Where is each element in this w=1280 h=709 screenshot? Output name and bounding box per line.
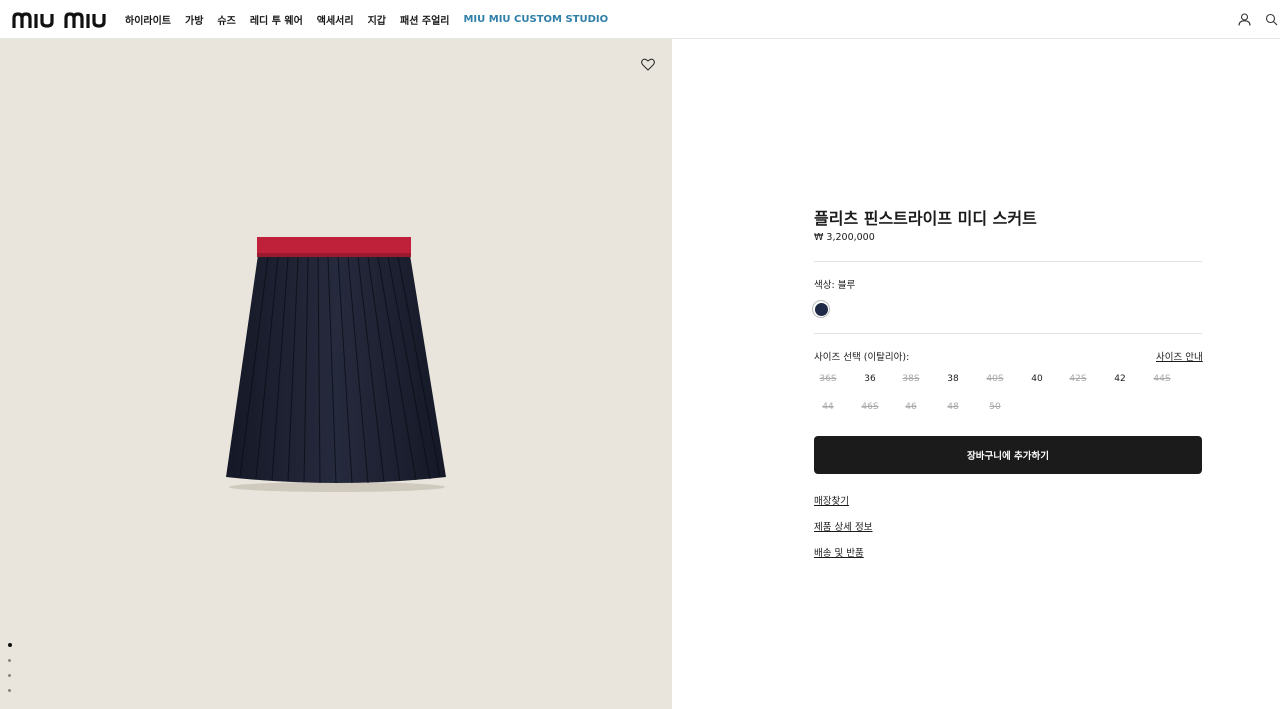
size-option[interactable]: 50 — [981, 402, 1009, 412]
size-option[interactable]: 38 — [939, 374, 967, 384]
size-option[interactable]: 36S — [814, 374, 842, 384]
nav-ready-to-wear[interactable]: 레디 투 웨어 — [250, 12, 303, 27]
search-icon[interactable] — [1264, 13, 1278, 27]
gallery-dot[interactable] — [8, 659, 11, 662]
size-option[interactable]: 42 — [1106, 374, 1134, 384]
nav-shoes[interactable]: 슈즈 — [217, 12, 235, 27]
nav-wallets[interactable]: 지갑 — [368, 12, 386, 27]
add-to-cart-button[interactable]: 장바구니에 추가하기 — [814, 436, 1202, 474]
gallery-dot-active[interactable] — [8, 643, 12, 647]
size-select-label: 사이즈 선택 (이탈리아): — [814, 352, 910, 363]
main-nav: 하이라이트 가방 슈즈 레디 투 웨어 액세서리 지갑 패션 주얼리 MIU M… — [125, 0, 622, 39]
size-option[interactable]: 46S — [856, 402, 884, 412]
size-option[interactable]: 40S — [981, 374, 1009, 384]
size-option[interactable]: 36 — [856, 374, 884, 384]
nav-fashion-jewelry[interactable]: 패션 주얼리 — [400, 12, 449, 27]
top-header: 하이라이트 가방 슈즈 레디 투 웨어 액세서리 지갑 패션 주얼리 MIU M… — [0, 0, 1280, 39]
size-option[interactable]: 42S — [1064, 374, 1092, 384]
nav-highlights[interactable]: 하이라이트 — [125, 12, 171, 27]
gallery-dot[interactable] — [8, 674, 11, 677]
nav-accessories[interactable]: 액세서리 — [317, 12, 354, 27]
divider — [814, 261, 1202, 262]
product-price: ₩ 3,200,000 — [814, 232, 875, 243]
size-option[interactable]: 40 — [1023, 374, 1051, 384]
header-actions — [1237, 0, 1280, 39]
size-option[interactable]: 38S — [897, 374, 925, 384]
gallery-pagination — [8, 643, 12, 704]
skirt-product-image — [226, 237, 446, 492]
product-title: 플리츠 핀스트라이프 미디 스커트 — [814, 209, 1037, 228]
size-guide-link[interactable]: 사이즈 안내 — [1156, 349, 1203, 363]
logo-wordmark — [12, 11, 106, 28]
color-swatch-selected[interactable] — [812, 300, 830, 318]
user-icon[interactable] — [1237, 13, 1251, 27]
divider — [814, 333, 1202, 334]
color-label: 색상: 블루 — [814, 280, 856, 291]
product-details-link[interactable]: 제품 상세 정보 — [814, 519, 872, 533]
size-option[interactable]: 48 — [939, 402, 967, 412]
miu-miu-logo[interactable] — [12, 10, 110, 29]
nav-custom-studio[interactable]: MIU MIU CUSTOM STUDIO — [463, 14, 608, 25]
size-option[interactable]: 46 — [897, 402, 925, 412]
nav-bags[interactable]: 가방 — [185, 12, 203, 27]
heart-icon[interactable] — [641, 56, 657, 72]
shipping-returns-link[interactable]: 배송 및 반품 — [814, 545, 864, 559]
gallery-dot[interactable] — [8, 689, 11, 692]
product-image-gallery[interactable] — [0, 39, 672, 709]
color-swatch-blue — [814, 302, 828, 316]
size-option[interactable]: 44 — [814, 402, 842, 412]
size-option[interactable]: 44S — [1148, 374, 1176, 384]
find-store-link[interactable]: 매장찾기 — [814, 493, 849, 507]
